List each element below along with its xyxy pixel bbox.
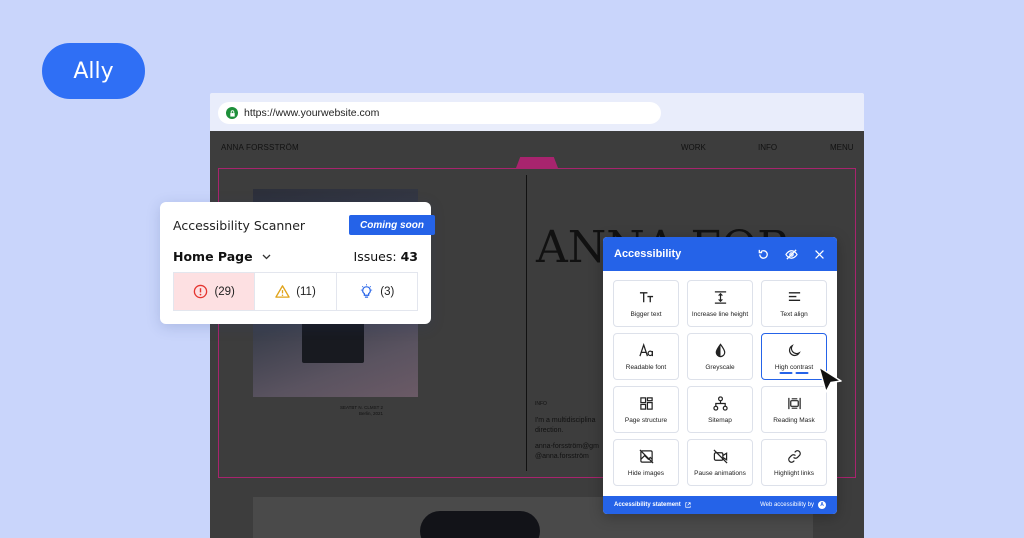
scanner-title: Accessibility Scanner bbox=[173, 218, 306, 233]
issue-breakdown: (29) (11) (3) bbox=[173, 272, 418, 311]
external-link-icon bbox=[685, 502, 691, 508]
video-off-icon bbox=[713, 449, 727, 463]
line-height-icon bbox=[714, 290, 726, 304]
warnings-count: (11) bbox=[296, 285, 316, 298]
tile-label: Text align bbox=[780, 310, 808, 318]
issues-number: 43 bbox=[400, 249, 418, 264]
tile-label: Pause animations bbox=[694, 469, 746, 477]
suggestions-tab[interactable]: (3) bbox=[337, 273, 417, 310]
drop-icon bbox=[715, 342, 725, 357]
info-email[interactable]: anna-forsström@gm bbox=[535, 442, 605, 452]
caption-line-2: Berlin, 2021 bbox=[358, 411, 384, 416]
brand-logo: A bbox=[818, 501, 826, 509]
mouse-pointer-icon bbox=[818, 366, 842, 393]
lightbulb-icon bbox=[361, 284, 373, 298]
error-icon bbox=[194, 284, 208, 299]
warning-icon bbox=[275, 285, 290, 298]
feature-grid: Bigger text Increase line height Text al… bbox=[613, 280, 827, 486]
tile-line-height[interactable]: Increase line height bbox=[687, 280, 753, 327]
widget-footer: Accessibility statement Web accessibilit… bbox=[603, 496, 837, 514]
tile-label: Hide images bbox=[627, 469, 665, 477]
tile-label: Readable font bbox=[625, 363, 667, 371]
info-handle[interactable]: @anna.forsström bbox=[535, 452, 605, 462]
reset-icon[interactable] bbox=[756, 247, 770, 261]
statement-label: Accessibility statement bbox=[614, 502, 681, 508]
issues-count: Issues: 43 bbox=[354, 249, 418, 264]
tile-label: High contrast bbox=[774, 363, 814, 371]
sitemap-icon bbox=[712, 395, 728, 411]
link-icon bbox=[787, 449, 801, 463]
widget-title: Accessibility bbox=[614, 248, 682, 260]
tile-sitemap[interactable]: Sitemap bbox=[687, 386, 753, 433]
chevron-down-icon bbox=[262, 254, 271, 259]
frame-tab bbox=[516, 157, 558, 168]
powered-by[interactable]: Web accessibility by A bbox=[760, 501, 826, 509]
lock-icon bbox=[226, 107, 238, 119]
tile-label: Greyscale bbox=[705, 363, 735, 371]
tile-hide-images[interactable]: Hide images bbox=[613, 439, 679, 486]
hide-widget-icon[interactable] bbox=[784, 247, 798, 261]
tile-page-structure[interactable]: Page structure bbox=[613, 386, 679, 433]
text-size-icon bbox=[639, 291, 653, 302]
bottom-object bbox=[420, 511, 540, 538]
page-dropdown-label: Home Page bbox=[173, 249, 253, 264]
tile-label: Bigger text bbox=[630, 310, 662, 318]
text-align-icon bbox=[788, 291, 800, 301]
errors-count: (29) bbox=[214, 285, 235, 298]
tile-label: Sitemap bbox=[708, 416, 732, 424]
tile-text-align[interactable]: Text align bbox=[761, 280, 827, 327]
coming-soon-badge: Coming soon bbox=[349, 215, 435, 235]
tile-label: Page structure bbox=[624, 416, 668, 424]
info-text: I'm a multidisciplina direction. anna-fo… bbox=[535, 416, 605, 462]
nav-work[interactable]: WORK bbox=[681, 143, 706, 152]
powered-by-label: Web accessibility by bbox=[760, 502, 814, 508]
warnings-tab[interactable]: (11) bbox=[255, 273, 337, 310]
issues-label: Issues: bbox=[353, 249, 397, 264]
nav-info[interactable]: INFO bbox=[758, 143, 777, 152]
structure-icon bbox=[639, 396, 653, 410]
tile-readable-font[interactable]: Readable font bbox=[613, 333, 679, 380]
suggestions-count: (3) bbox=[380, 285, 395, 298]
info-label: INFO bbox=[535, 401, 547, 407]
close-icon[interactable] bbox=[812, 247, 826, 261]
level-indicator bbox=[779, 372, 809, 374]
errors-tab[interactable]: (29) bbox=[174, 273, 256, 310]
nav-menu[interactable]: MENU bbox=[830, 143, 854, 152]
tile-bigger-text[interactable]: Bigger text bbox=[613, 280, 679, 327]
image-icon bbox=[639, 449, 653, 463]
mask-icon bbox=[787, 397, 801, 409]
tile-highlight-links[interactable]: Highlight links bbox=[761, 439, 827, 486]
moon-icon bbox=[788, 343, 801, 356]
info-bio: I'm a multidisciplina direction. bbox=[535, 417, 596, 434]
accessibility-widget: Accessibility Bigger text Increase line … bbox=[603, 237, 837, 514]
ally-badge: Ally bbox=[42, 43, 145, 99]
accessibility-statement-link[interactable]: Accessibility statement bbox=[614, 502, 760, 508]
divider bbox=[526, 175, 527, 471]
ally-badge-label: Ally bbox=[73, 58, 114, 84]
tile-label: Increase line height bbox=[691, 310, 749, 318]
url-bar[interactable]: https://www.yourwebsite.com bbox=[218, 102, 661, 124]
url-text: https://www.yourwebsite.com bbox=[244, 107, 380, 119]
tile-pause-animations[interactable]: Pause animations bbox=[687, 439, 753, 486]
widget-header: Accessibility bbox=[603, 237, 837, 271]
photo-caption: SEATBT N. CLMST 2 Berlin, 2021 bbox=[340, 405, 383, 417]
page-dropdown[interactable]: Home Page bbox=[173, 249, 271, 264]
font-icon bbox=[638, 342, 653, 356]
accessibility-scanner-card: Accessibility Scanner Coming soon Home P… bbox=[160, 202, 435, 324]
tile-greyscale[interactable]: Greyscale bbox=[687, 333, 753, 380]
tile-label: Highlight links bbox=[773, 469, 815, 477]
site-name[interactable]: ANNA FORSSTRÖM bbox=[221, 143, 299, 152]
tile-label: Reading Mask bbox=[773, 416, 815, 424]
